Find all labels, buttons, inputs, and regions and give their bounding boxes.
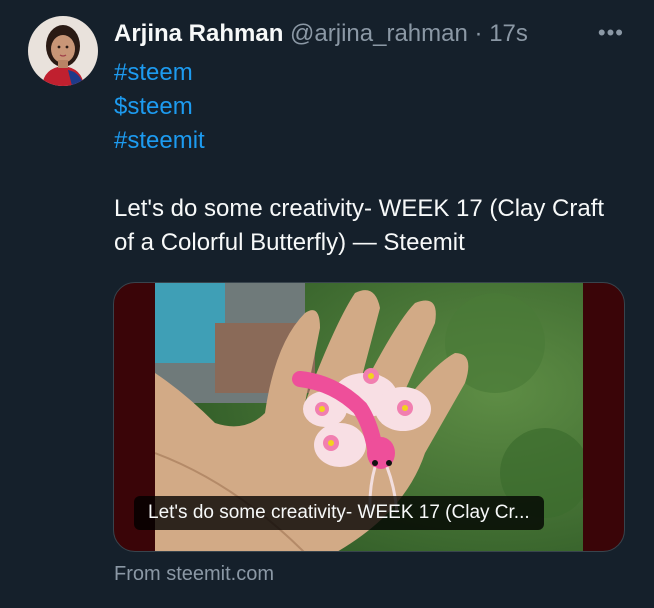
link-preview-card[interactable]: Let's do some creativity- WEEK 17 (Clay … [113,282,625,552]
cashtag-link[interactable]: $steem [114,90,624,124]
tweet-body: #steem $steem #steemit Let's do some cre… [114,56,624,260]
hashtag-link[interactable]: #steem [114,56,624,90]
author-handle[interactable]: @arjina_rahman [290,20,468,47]
author-name[interactable]: Arjina Rahman [114,20,283,47]
avatar-image [28,16,98,86]
tweet-header: Arjina Rahman @arjina_rahman · 17s [114,18,528,50]
separator-dot: · [474,20,483,47]
hashtag-link[interactable]: #steemit [114,124,624,158]
tweet-text: Let's do some creativity- WEEK 17 (Clay … [114,195,605,256]
avatar[interactable] [28,16,98,86]
timestamp[interactable]: 17s [489,20,528,47]
card-caption: Let's do some creativity- WEEK 17 (Clay … [134,496,544,530]
more-horizontal-icon[interactable]: ••• [598,22,624,44]
card-source[interactable]: From steemit.com [114,560,274,588]
